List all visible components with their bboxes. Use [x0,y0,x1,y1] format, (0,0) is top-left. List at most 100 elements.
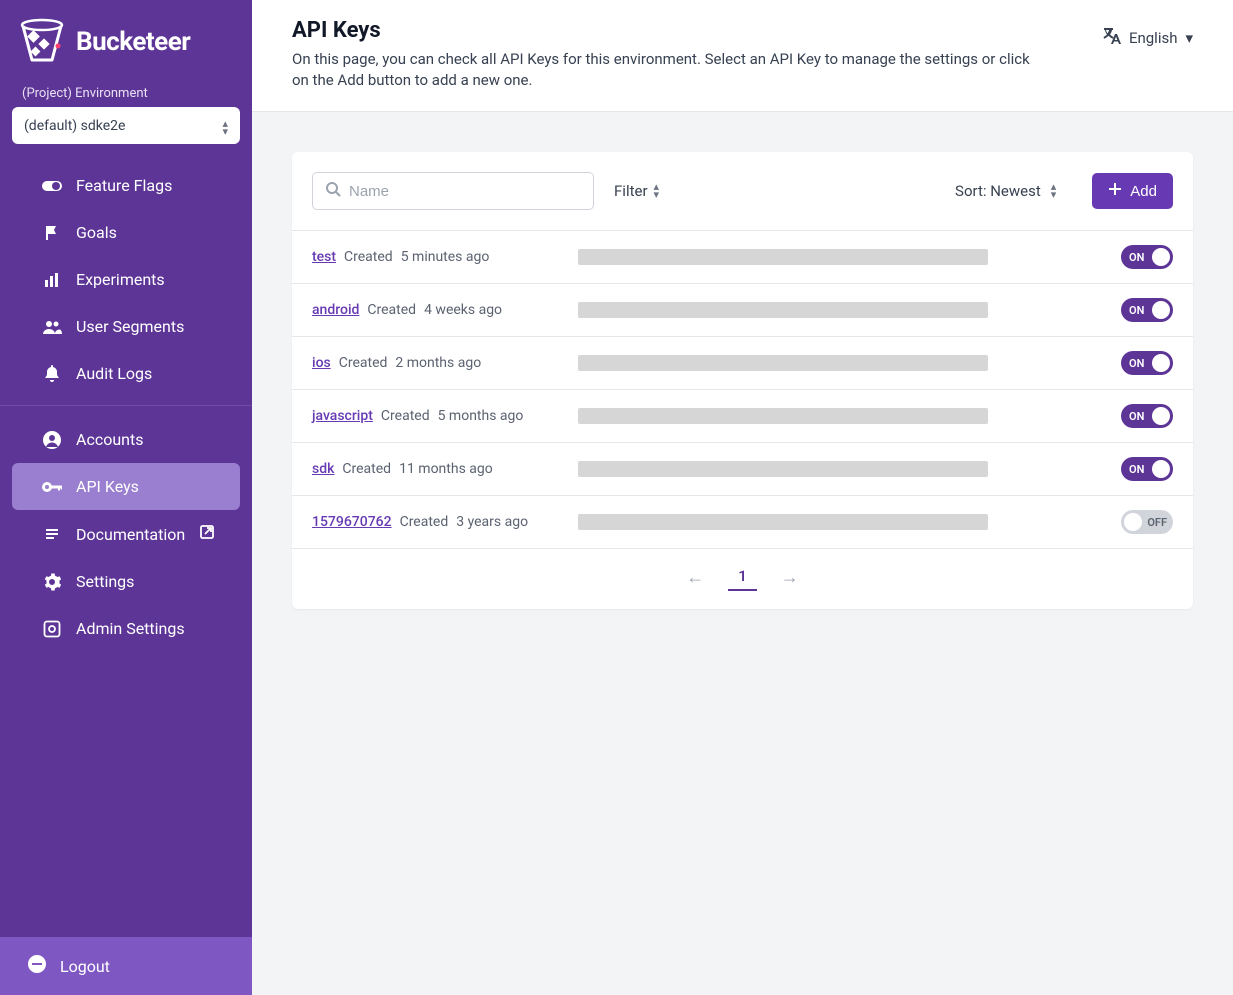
sidebar-item-goals[interactable]: Goals [12,209,240,256]
chevron-down-icon: ▾ [1185,29,1193,47]
sidebar-item-documentation[interactable]: Documentation [12,510,240,558]
created-label: Created [381,408,430,424]
filter-label: Filter [614,182,648,200]
api-key-name-link[interactable]: sdk [312,461,334,477]
api-key-secret-masked [578,514,988,530]
created-label: Created [339,355,388,371]
pager-next[interactable]: → [781,567,799,588]
api-key-secret-masked [578,355,988,371]
created-time: 5 minutes ago [401,249,490,265]
api-keys-card: Filter ▴▾ Sort: Newest ▴▾ Add [292,152,1193,609]
toolbar: Filter ▴▾ Sort: Newest ▴▾ Add [292,152,1193,230]
api-key-name-link[interactable]: 1579670762 [312,514,392,530]
api-key-name-link[interactable]: test [312,249,336,265]
users-icon [42,319,62,335]
bell-icon [42,365,62,383]
status-toggle[interactable]: ON [1121,404,1173,428]
flag-icon [42,224,62,242]
sidebar-item-label: Goals [76,223,117,242]
environment-label: (Project) Environment [0,78,252,107]
sort-label: Sort: [955,182,986,200]
plus-icon [1108,182,1122,200]
sidebar-item-settings[interactable]: Settings [12,558,240,605]
table-row: 1579670762 Created 3 years ago OFF [292,495,1193,548]
created-label: Created [342,461,391,477]
created-label: Created [367,302,416,318]
toggle-label: ON [1129,304,1144,317]
sidebar-item-label: Feature Flags [76,176,172,195]
status-toggle[interactable]: ON [1121,351,1173,375]
toggle-knob [1152,248,1170,266]
sidebar-item-feature-flags[interactable]: Feature Flags [12,162,240,209]
sidebar-item-label: User Segments [76,317,184,336]
status-toggle[interactable]: ON [1121,457,1173,481]
api-key-name-link[interactable]: ios [312,355,331,371]
table-row: test Created 5 minutes ago ON [292,230,1193,283]
sidebar-item-label: Experiments [76,270,165,289]
chevron-updown-icon: ▴▾ [654,183,660,198]
toggle-knob [1152,407,1170,425]
search-icon [325,181,341,201]
pagination: ← 1 → [292,548,1193,609]
toggle-label: ON [1129,251,1144,264]
toggle-label: ON [1129,410,1144,423]
api-key-name-link[interactable]: android [312,302,359,318]
logout-button[interactable]: Logout [0,937,252,995]
toggle-knob [1124,513,1142,531]
pager-current[interactable]: 1 [728,563,757,591]
toggle-label: ON [1129,357,1144,370]
sidebar-item-experiments[interactable]: Experiments [12,256,240,303]
status-toggle[interactable]: ON [1121,245,1173,269]
sort-value: Newest [990,182,1041,200]
nav-group-main: Feature Flags Goals Experiments User Seg… [0,158,252,401]
api-key-name-link[interactable]: javascript [312,408,373,424]
toggle-icon [42,179,62,193]
pager-prev[interactable]: ← [686,567,704,588]
main: API Keys On this page, you can check all… [252,0,1233,995]
bucketeer-logo-icon [20,18,64,66]
api-key-secret-masked [578,408,988,424]
add-button[interactable]: Add [1092,173,1173,209]
created-time: 5 months ago [438,408,524,424]
add-label: Add [1130,183,1157,200]
sidebar-item-user-segments[interactable]: User Segments [12,303,240,350]
api-key-secret-masked [578,461,988,477]
sidebar: Bucketeer (Project) Environment (default… [0,0,252,995]
status-toggle[interactable]: OFF [1121,510,1173,534]
nav-group-admin: Accounts API Keys Documentation Settings [0,405,252,656]
toggle-knob [1152,354,1170,372]
table-row: iosCreated2 months agoON [292,336,1193,389]
api-key-secret-masked [578,249,988,265]
sidebar-item-api-keys[interactable]: API Keys [12,463,240,510]
api-key-secret-masked [578,302,988,318]
sort-button[interactable]: Sort: Newest ▴▾ [955,182,1056,200]
sidebar-item-label: Admin Settings [76,619,185,638]
search-input-wrap[interactable] [312,172,594,210]
search-input[interactable] [349,183,581,200]
environment-select[interactable]: (default) sdke2e ▴▾ [12,107,240,144]
created-time: 3 years ago [456,514,528,530]
sidebar-item-label: Audit Logs [76,364,152,383]
user-circle-icon [42,431,62,449]
bar-chart-icon [42,271,62,289]
table-row: javascript Created 5 months ago ON [292,389,1193,442]
created-time: 4 weeks ago [424,302,502,318]
sidebar-item-label: Documentation [76,525,185,544]
translate-icon [1101,26,1121,50]
table-row: sdkCreated11 months agoON [292,442,1193,495]
filter-button[interactable]: Filter ▴▾ [614,182,659,200]
sidebar-item-accounts[interactable]: Accounts [12,416,240,463]
toggle-label: OFF [1147,516,1167,529]
sidebar-item-admin-settings[interactable]: Admin Settings [12,605,240,652]
toggle-label: ON [1129,463,1144,476]
language-switcher[interactable]: English ▾ [1101,18,1193,50]
created-label: Created [344,249,393,265]
table-row: android Created 4 weeks ago ON [292,283,1193,336]
status-toggle[interactable]: ON [1121,298,1173,322]
language-value: English [1129,29,1178,47]
toggle-knob [1152,301,1170,319]
logo: Bucketeer [0,0,252,78]
gear-icon [42,573,62,591]
sidebar-item-audit-logs[interactable]: Audit Logs [12,350,240,397]
created-label: Created [400,514,449,530]
